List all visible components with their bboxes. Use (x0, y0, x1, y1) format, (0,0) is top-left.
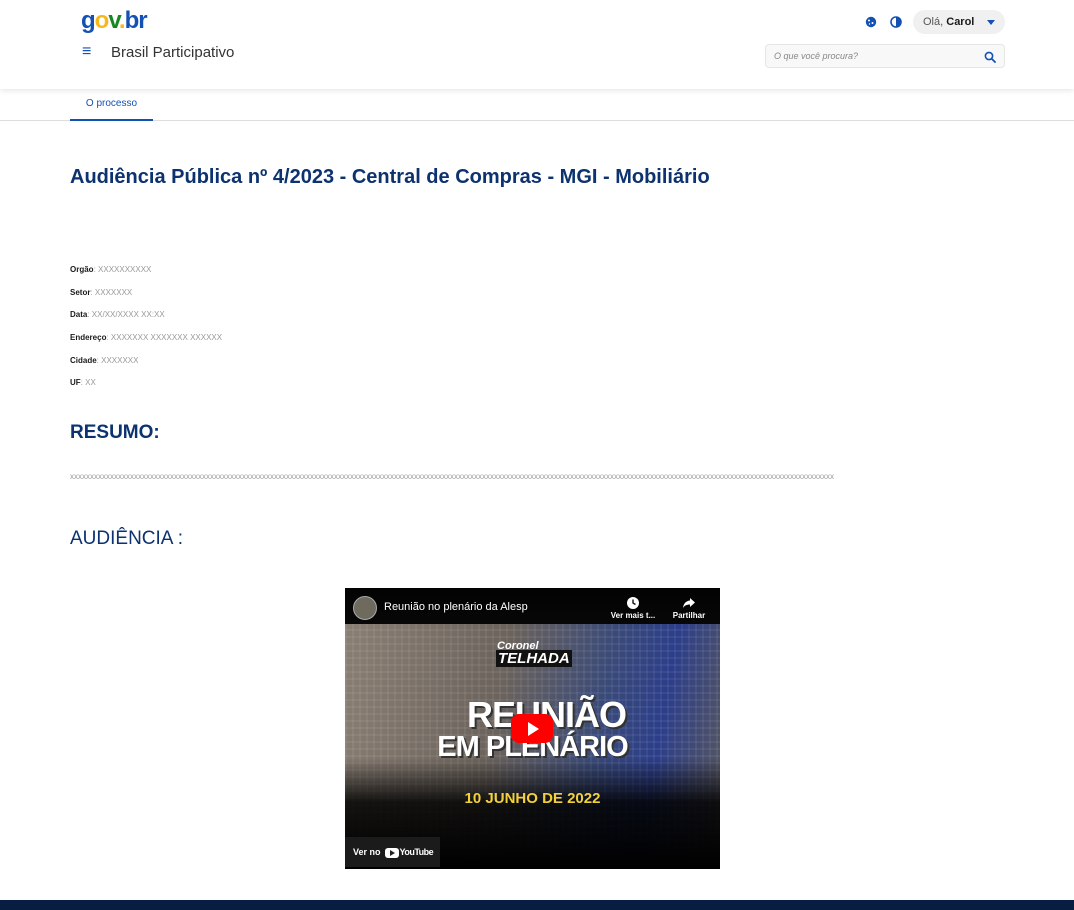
site-header: gov.br ≡ Brasil Participativo Olá, Carol (0, 0, 1074, 89)
contrast-icon[interactable] (890, 15, 904, 29)
share-icon (683, 598, 695, 608)
caret-down-icon (987, 20, 995, 25)
logo-o: o (94, 7, 110, 34)
govbr-logo[interactable]: gov.br (81, 7, 148, 35)
tab-o-processo[interactable]: O processo (70, 89, 153, 121)
logo-b: b (124, 7, 140, 34)
hamburger-menu-icon[interactable]: ≡ (82, 43, 100, 61)
thumbnail-brand-line2: TELHADA (496, 650, 572, 667)
search-icon[interactable] (984, 50, 996, 63)
user-name: Carol (946, 16, 975, 28)
info-label: Setor (70, 288, 91, 297)
cookie-icon[interactable] (865, 15, 879, 29)
logo-v: v (108, 7, 120, 34)
channel-avatar[interactable] (353, 596, 377, 620)
page-title: Audiência Pública nº 4/2023 - Central de… (70, 166, 710, 188)
info-value: XX (85, 378, 96, 387)
search-input[interactable] (774, 48, 974, 64)
info-value: XXXXXXX XXXXXXX XXXXXX (110, 333, 223, 342)
audiencia-heading: AUDIÊNCIA : (70, 528, 183, 549)
thumbnail-date: 10 JUNHO DE 2022 (464, 790, 601, 807)
logo-g: g (81, 7, 96, 34)
play-button-icon[interactable] (511, 714, 553, 743)
resumo-heading: RESUMO: (70, 422, 160, 443)
info-uf: UF: XX (70, 378, 96, 387)
watch-later-button[interactable]: Ver mais t... (608, 596, 658, 620)
share-button[interactable]: Partilhar (667, 596, 711, 620)
logo-r: r (138, 7, 147, 34)
watch-on-youtube-button[interactable]: Ver no YouTube (345, 837, 440, 867)
youtube-logo-icon (384, 847, 399, 858)
info-label: Cidade (70, 356, 97, 365)
site-footer (0, 900, 1074, 910)
site-title[interactable]: Brasil Participativo (111, 44, 234, 61)
info-value: XXXXXXXXXX (98, 265, 152, 274)
info-data: Data: XX/XX/XXXX XX:XX (70, 310, 165, 319)
user-menu-button[interactable]: Olá, Carol (913, 10, 1005, 34)
watch-later-label: Ver mais t... (610, 611, 656, 620)
info-orgao: Orgão: XXXXXXXXXX (70, 265, 152, 274)
greeting-label: Olá, (923, 16, 944, 28)
info-cidade: Cidade: XXXXXXX (70, 356, 139, 365)
watch-on-label: Ver no (353, 847, 381, 857)
info-label: Orgão (70, 265, 94, 274)
clock-icon (627, 597, 639, 609)
info-value: XXXXXXX (94, 288, 133, 297)
video-title[interactable]: Reunião no plenário da Alesp (384, 601, 528, 613)
youtube-wordmark: YouTube (399, 847, 434, 857)
info-label: UF (70, 378, 81, 387)
info-setor: Setor: XXXXXXX (70, 288, 133, 297)
share-label: Partilhar (672, 611, 706, 620)
info-endereco: Endereço: XXXXXXX XXXXXXX XXXXXX (70, 333, 223, 342)
info-value: XX/XX/XXXX XX:XX (91, 310, 165, 319)
info-value: XXXXXXX (101, 356, 139, 365)
youtube-video-embed[interactable]: Reunião no plenário da Alesp Ver mais t.… (345, 588, 720, 869)
resumo-text: xxxxxxxxxxxxxxxxxxxxxxxxxxxxxxxxxxxxxxxx… (70, 472, 834, 481)
info-label: Data (70, 310, 88, 319)
search-bar (765, 44, 1005, 68)
info-label: Endereço (70, 333, 107, 342)
tab-bar: O processo (0, 89, 1074, 121)
